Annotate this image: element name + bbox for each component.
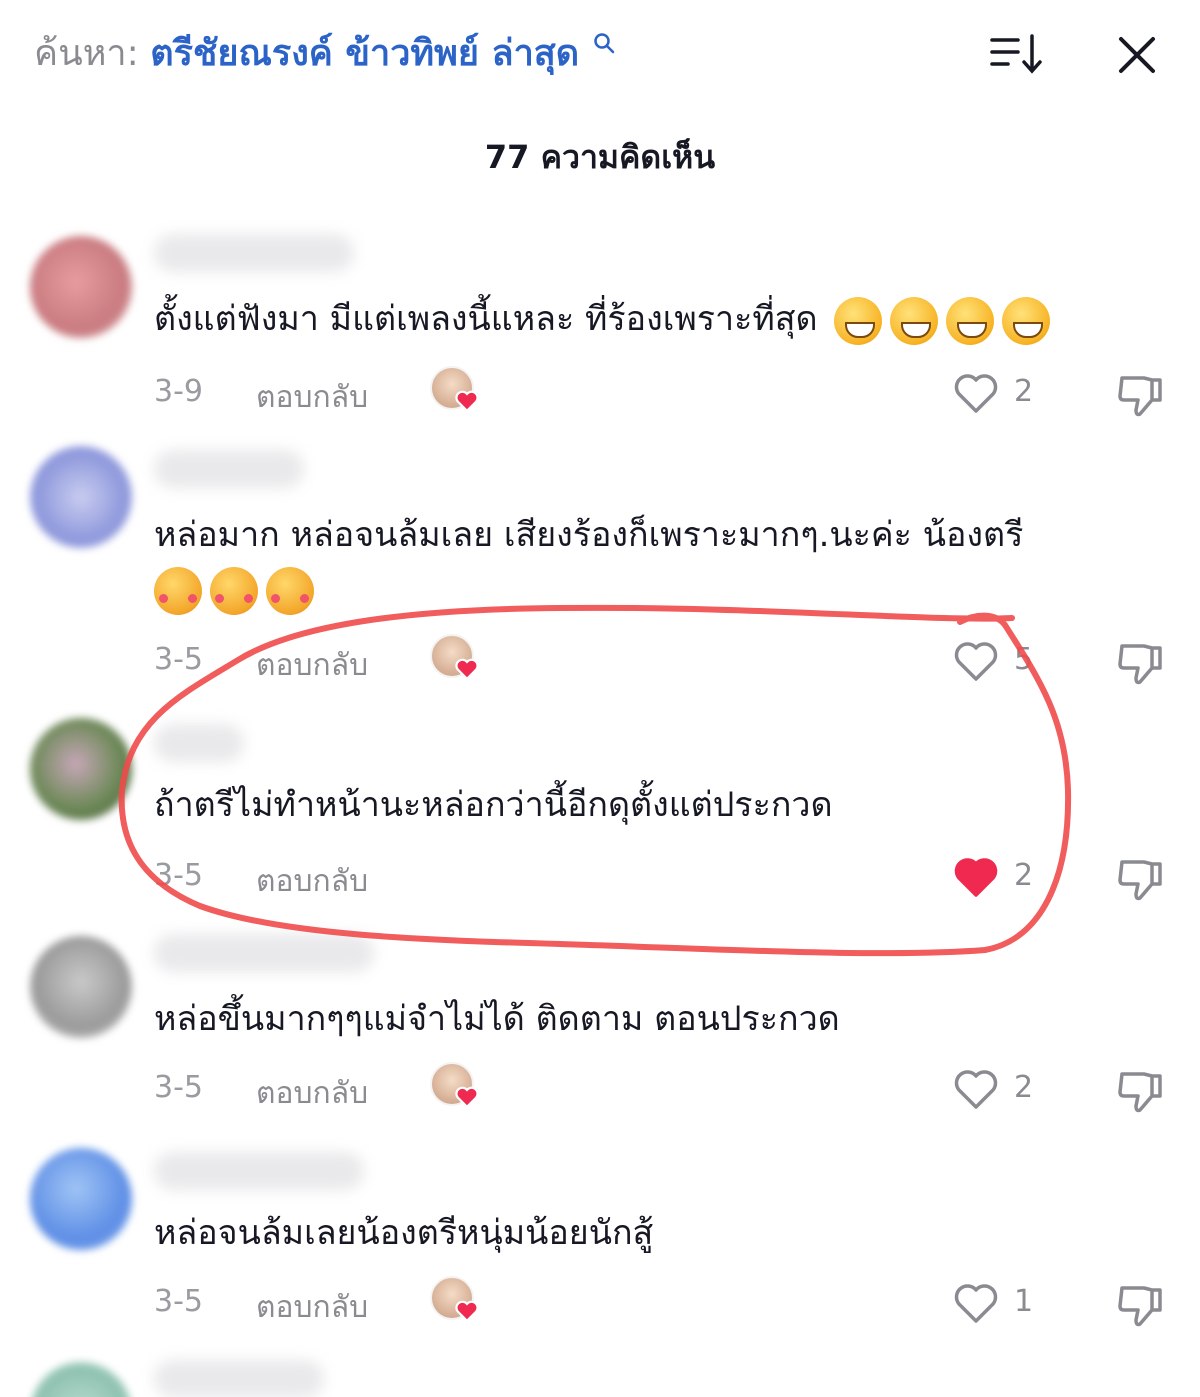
grinning-face-emoji [946,296,995,345]
heart-outline-icon[interactable] [952,1066,1000,1112]
comment-item: ตั้งแต่ฟังมา มีแต่เพลงนี้แหละ ที่ร้องเพร… [0,232,1200,422]
comment-text: หล่อขึ้นมากๆๆแม่จำไม่ได้ ติดตาม ตอนประกว… [154,992,1164,1046]
sort-icon[interactable] [986,32,1046,76]
avatar[interactable] [30,936,132,1038]
heart-filled-icon[interactable] [952,854,1000,900]
avatar[interactable] [30,1148,132,1250]
reply-button[interactable]: ตอบกลับ [256,1284,368,1331]
avatar[interactable] [30,446,132,548]
top-bar: ค้นหา: ตรีชัยณรงค์ ข้าวทิพย์ ล่าสุด [0,0,1200,110]
comment-text: ถ้าตรีไม่ทำหน้านะหล่อกว่านี้อีกดุตั้งแต่… [154,778,1164,832]
username-blurred[interactable] [154,724,244,762]
creator-liked-badge [430,1062,480,1112]
grinning-face-emoji [1002,296,1051,345]
comment-date: 3-5 [154,642,203,677]
heart-outline-icon[interactable] [952,370,1000,416]
reply-button[interactable]: ตอบกลับ [256,642,368,689]
comment-body: ถ้าตรีไม่ทำหน้านะหล่อกว่านี้อีกดุตั้งแต่… [154,785,833,825]
like-button[interactable]: 2 [952,1066,1052,1116]
like-count: 5 [1014,642,1034,677]
search-bar[interactable]: ค้นหา: ตรีชัยณรงค์ ข้าวทิพย์ ล่าสุด [34,28,615,80]
dislike-icon[interactable] [1114,1068,1164,1116]
avatar[interactable] [30,236,132,338]
comment-item: หล่อมาก หล่อจนล้มเลย เสียงร้องก็เพราะมาก… [0,440,1200,700]
comment-meta: 3-5 ตอบกลับ 1 [154,1276,1174,1331]
reply-button[interactable]: ตอบกลับ [256,374,368,421]
avatar[interactable] [30,718,132,820]
heart-icon [455,658,479,681]
like-button[interactable]: 2 [952,854,1052,904]
comment-date: 3-5 [154,1284,203,1319]
comment-item-highlighted: ถ้าตรีไม่ทำหน้านะหล่อกว่านี้อีกดุตั้งแต่… [0,716,1200,906]
comment-date: 3-9 [154,374,203,409]
username-blurred[interactable] [154,1360,324,1397]
heart-icon [455,1086,479,1109]
comment-body: หล่อจนล้มเลยน้องตรีหนุ่มน้อยนักสู้ [154,1213,654,1253]
like-button[interactable]: 2 [952,370,1052,420]
comment-item: หล่อจนล้มเลยน้องตรีหนุ่มน้อยนักสู้ 3-5 ต… [0,1146,1200,1336]
dislike-icon[interactable] [1114,372,1164,420]
comment-body: ตั้งแต่ฟังมา มีแต่เพลงนี้แหละ ที่ร้องเพร… [154,299,818,339]
comment-text: ตั้งแต่ฟังมา มีแต่เพลงนี้แหละ ที่ร้องเพร… [154,292,1164,346]
grinning-face-emoji [890,296,939,345]
comment-item: หล่อขึ้นมากๆๆแม่จำไม่ได้ ติดตาม ตอนประกว… [0,930,1200,1120]
like-count: 1 [1014,1284,1034,1319]
comment-text: หล่อจนล้มเลยน้องตรีหนุ่มน้อยนักสู้ [154,1206,1164,1260]
username-blurred[interactable] [154,934,374,972]
search-prefix: ค้นหา: [34,33,139,74]
search-query[interactable]: ตรีชัยณรงค์ ข้าวทิพย์ ล่าสุด [150,33,579,74]
creator-liked-badge [430,1276,480,1326]
username-blurred[interactable] [154,234,354,272]
avatar[interactable] [30,1362,132,1397]
grinning-face-emoji [834,296,883,345]
heart-icon [455,1300,479,1323]
comment-meta: 3-5 ตอบกลับ 2 [154,854,1174,904]
comment-text: หล่อมาก หล่อจนล้มเลย เสียงร้องก็เพราะมาก… [154,508,1164,616]
reply-button[interactable]: ตอบกลับ [256,858,368,905]
smiling-face-with-hearts-emoji [154,566,202,615]
comment-body: หล่อขึ้นมากๆๆแม่จำไม่ได้ ติดตาม ตอนประกว… [154,999,840,1039]
comment-meta: 3-5 ตอบกลับ 5 [154,634,1174,689]
like-count: 2 [1014,858,1034,893]
creator-liked-badge [430,634,480,684]
search-icon[interactable] [593,32,615,54]
username-blurred[interactable] [154,1152,364,1190]
heart-icon [455,390,479,413]
dislike-icon[interactable] [1114,1282,1164,1330]
username-blurred[interactable] [154,450,304,488]
heart-outline-icon[interactable] [952,638,1000,684]
reply-button[interactable]: ตอบกลับ [256,1070,368,1117]
like-button[interactable]: 1 [952,1280,1052,1330]
comment-date: 3-5 [154,858,203,893]
heart-outline-icon[interactable] [952,1280,1000,1326]
comment-body: หล่อมาก หล่อจนล้มเลย เสียงร้องก็เพราะมาก… [154,515,1024,555]
comment-item-partial [0,1356,1200,1397]
like-count: 2 [1014,1070,1034,1105]
dislike-icon[interactable] [1114,856,1164,904]
comment-meta: 3-9 ตอบกลับ 2 [154,366,1174,421]
comment-count: 77 ความคิดเห็น [484,138,716,176]
dislike-icon[interactable] [1114,640,1164,688]
comment-date: 3-5 [154,1070,203,1105]
smiling-face-with-hearts-emoji [210,566,258,615]
comment-meta: 3-5 ตอบกลับ 2 [154,1062,1174,1117]
like-button[interactable]: 5 [952,638,1052,688]
like-count: 2 [1014,374,1034,409]
close-icon[interactable] [1112,30,1162,80]
smiling-face-with-hearts-emoji [266,566,314,615]
creator-liked-badge [430,366,480,416]
